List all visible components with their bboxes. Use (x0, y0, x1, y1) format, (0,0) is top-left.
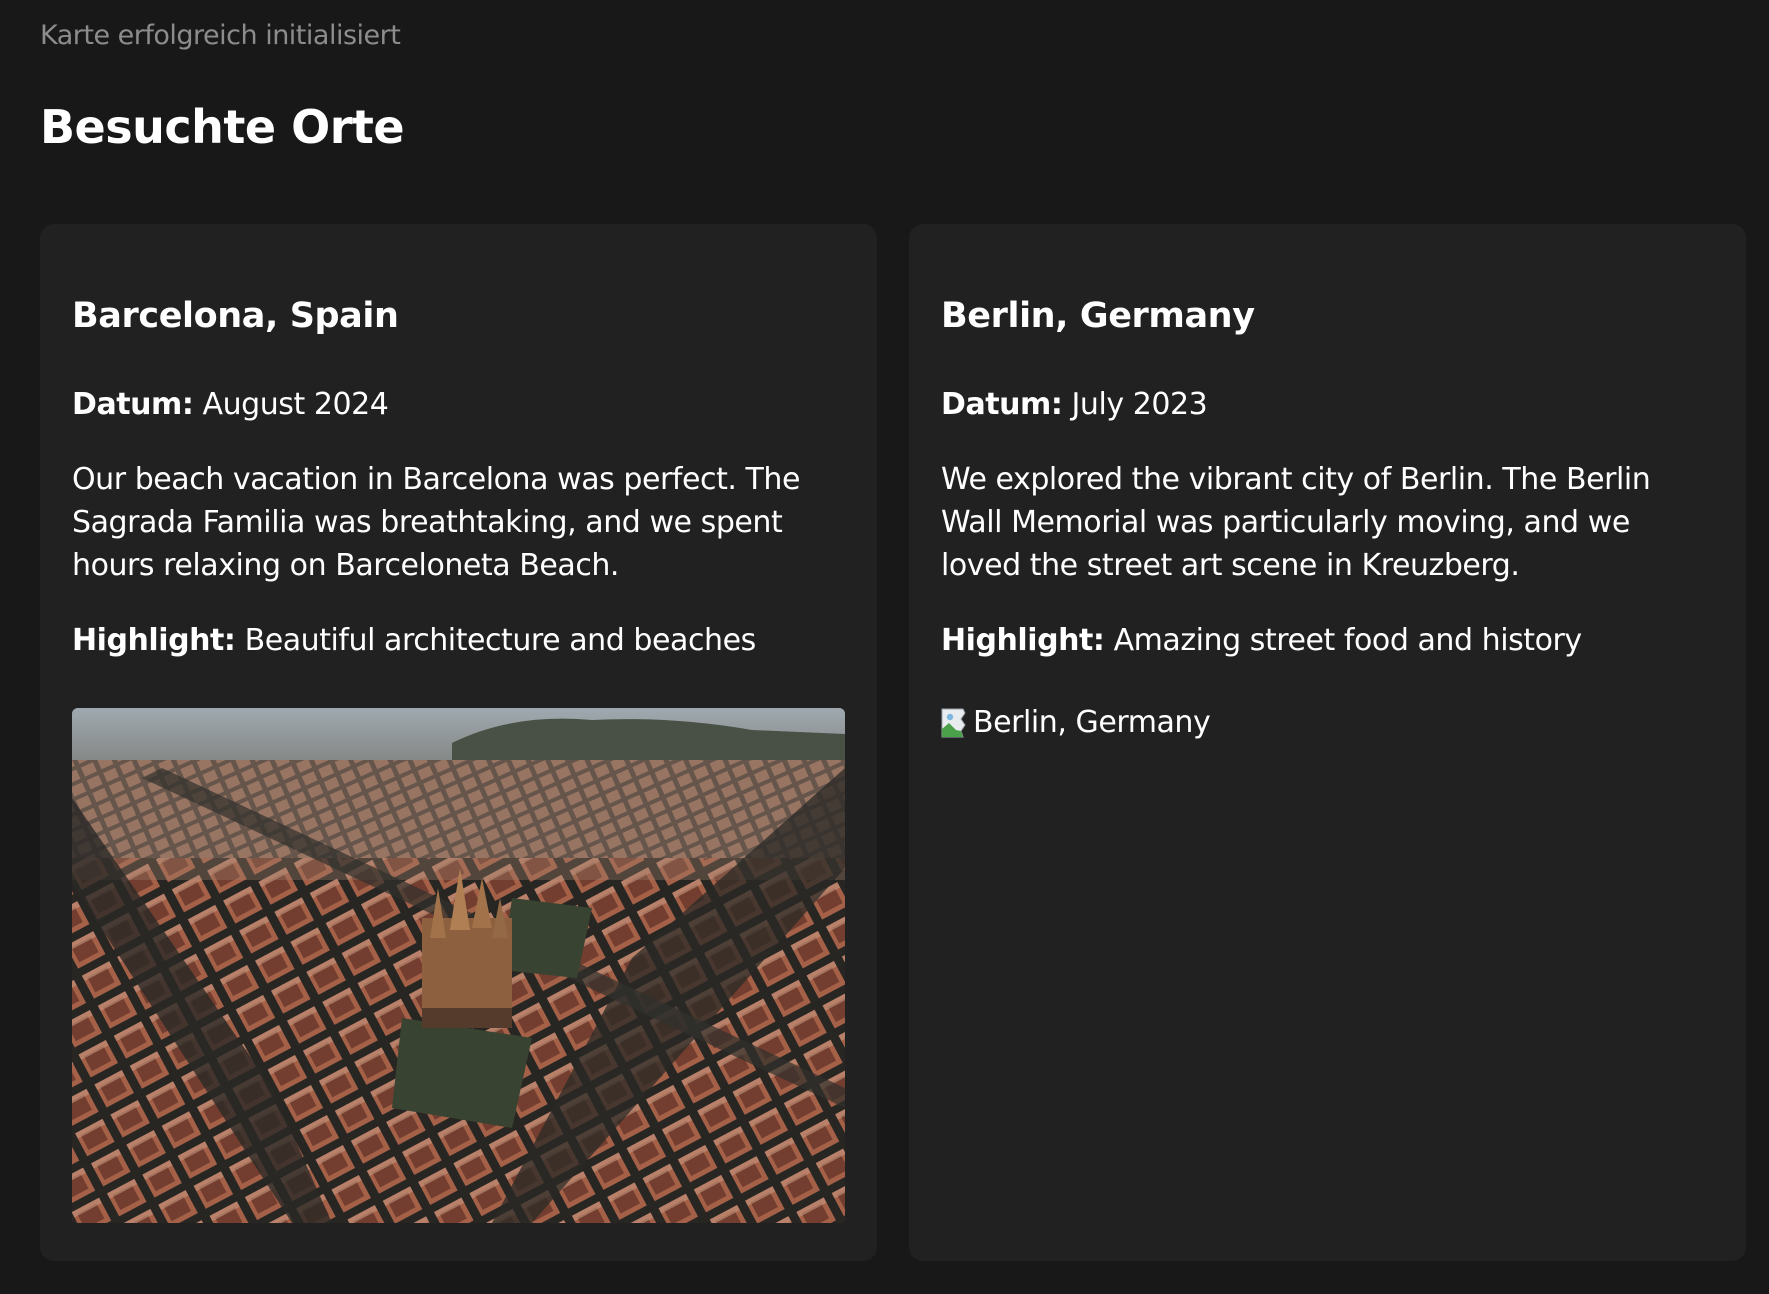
image-alt-text: Berlin, Germany (973, 705, 1211, 740)
places-list: Barcelona, Spain Datum: August 2024 Our … (40, 224, 1746, 1261)
place-highlight: Highlight: Beautiful architecture and be… (72, 619, 845, 662)
date-label: Datum: (941, 387, 1063, 422)
page-title: Besuchte Orte (40, 100, 405, 154)
place-card-barcelona: Barcelona, Spain Datum: August 2024 Our … (40, 224, 877, 1261)
place-photo (72, 708, 845, 1223)
place-highlight: Highlight: Amazing street food and histo… (941, 619, 1714, 662)
place-date: Datum: August 2024 (72, 383, 845, 426)
aerial-city-photo (72, 708, 845, 1223)
highlight-label: Highlight: (941, 623, 1105, 658)
place-photo-broken: Berlin, Germany (941, 705, 1211, 740)
place-description: Our beach vacation in Barcelona was perf… (72, 462, 801, 583)
place-date: Datum: July 2023 (941, 383, 1714, 426)
date-value: August 2024 (202, 387, 389, 422)
place-title: Berlin, Germany (941, 296, 1255, 336)
place-card-berlin: Berlin, Germany Datum: July 2023 We expl… (909, 224, 1746, 1261)
highlight-value: Beautiful architecture and beaches (244, 623, 757, 658)
highlight-value: Amazing street food and history (1113, 623, 1583, 658)
highlight-label: Highlight: (72, 623, 236, 658)
date-value: July 2023 (1071, 387, 1208, 422)
date-label: Datum: (72, 387, 194, 422)
place-description: We explored the vibrant city of Berlin. … (941, 462, 1651, 583)
place-title: Barcelona, Spain (72, 296, 399, 336)
status-message: Karte erfolgreich initialisiert (40, 20, 401, 51)
broken-image-icon (941, 708, 966, 737)
